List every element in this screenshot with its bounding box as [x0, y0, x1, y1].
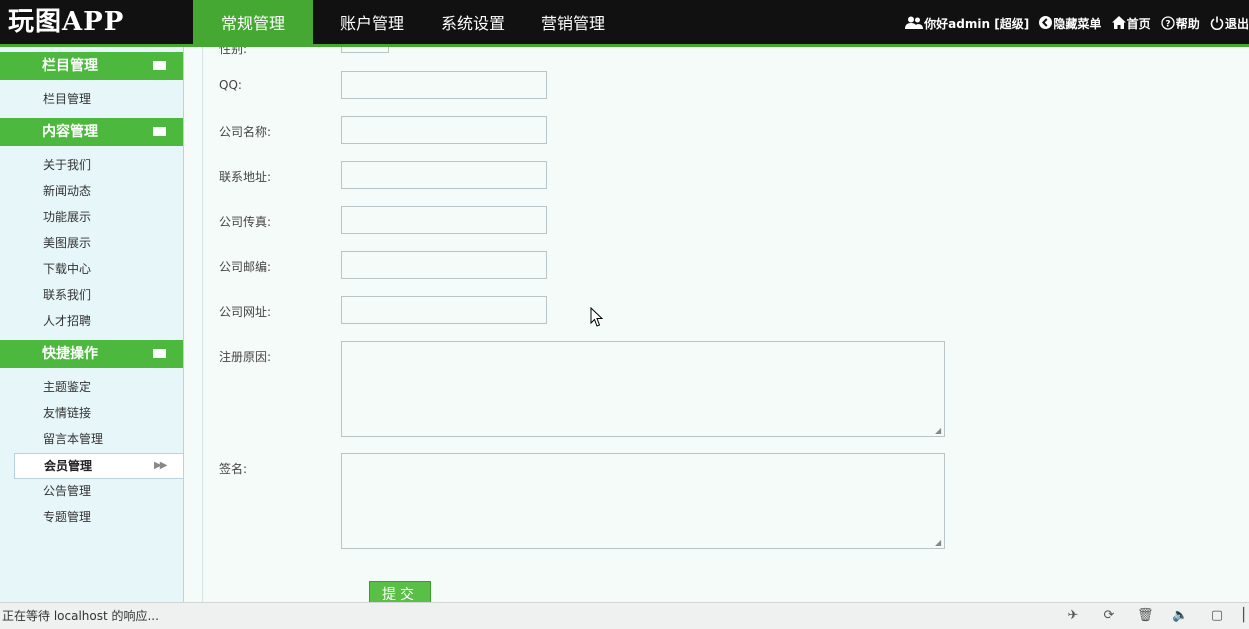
company-name-input[interactable] — [341, 116, 547, 144]
company-website-input[interactable] — [341, 296, 547, 324]
user-role: [超级] — [994, 17, 1030, 31]
tab-general-management[interactable]: 常规管理 — [193, 0, 313, 47]
window-icon[interactable]: ▢ — [1209, 608, 1225, 624]
gender-label: 性别: — [219, 47, 248, 56]
logout-link[interactable]: 退出 — [1210, 14, 1249, 34]
sidebar-item-guestbook[interactable]: 留言本管理 — [43, 426, 173, 452]
circle-left-arrow-icon — [1039, 16, 1053, 29]
sidebar-item-downloads[interactable]: 下载中心 — [43, 256, 173, 282]
company-website-label: 公司网址: — [219, 305, 272, 319]
tab-system-settings[interactable]: 系统设置 — [426, 0, 520, 47]
sidebar: 栏目管理 栏目管理 内容管理 关于我们 新闻动态 功能展示 美图展示 下载中心 … — [0, 47, 184, 602]
main-content: 性别: QQ: 公司名称: 联系地址: 公司传真: 公司邮编: 公司网址: 注册… — [184, 47, 1249, 602]
sidebar-section-content-management[interactable]: 内容管理 — [0, 118, 183, 146]
browser-status-bar: 正在等待 localhost 的响应... ✈ ⟳ 🗑 🔈 ▢ ▏ — [0, 602, 1249, 629]
sidebar-item-about-us[interactable]: 关于我们 — [43, 152, 173, 178]
tab-marketing-management[interactable]: 营销管理 — [526, 0, 620, 47]
sidebar-section-column-management[interactable]: 栏目管理 — [0, 52, 183, 80]
resize-grip-icon[interactable]: ◢ — [935, 539, 943, 547]
company-name-label: 公司名称: — [219, 125, 272, 139]
home-link[interactable]: 首页 — [1111, 14, 1151, 34]
sidebar-item-label: 会员管理 — [44, 459, 93, 473]
contact-address-input[interactable] — [341, 161, 547, 189]
sidebar-item-friend-links[interactable]: 友情链接 — [43, 400, 173, 426]
sidebar-item-news[interactable]: 新闻动态 — [43, 178, 173, 204]
double-arrow-right-icon: ▶▶ — [154, 460, 167, 471]
trash-icon[interactable]: 🗑 — [1137, 608, 1154, 624]
top-navigation-bar: 玩图APP 常规管理 账户管理 系统设置 营销管理 你好admin [超级] 隐… — [0, 0, 1249, 47]
collapse-icon[interactable] — [153, 61, 166, 70]
top-right-actions: 你好admin [超级] 隐藏菜单 首页 ? 帮助 退出 — [905, 14, 1249, 34]
sidebar-item-announcements[interactable]: 公告管理 — [43, 478, 173, 504]
company-fax-input[interactable] — [341, 206, 547, 234]
tab-account-management[interactable]: 账户管理 — [325, 0, 419, 47]
company-postcode-input[interactable] — [341, 251, 547, 279]
status-text: 正在等待 localhost 的响应... — [2, 609, 159, 623]
sidebar-item-features[interactable]: 功能展示 — [43, 204, 173, 230]
registration-reason-textarea[interactable]: ◢ — [341, 341, 945, 437]
home-icon — [1111, 16, 1126, 29]
sidebar-item-topics[interactable]: 专题管理 — [43, 504, 173, 530]
sidebar-item-member-management[interactable]: 会员管理 ▶▶ — [14, 453, 183, 479]
qq-label: QQ: — [219, 78, 242, 92]
users-icon — [905, 16, 924, 29]
mouse-cursor-icon — [590, 307, 603, 327]
resize-grip-icon[interactable]: ◢ — [935, 427, 943, 435]
sidebar-section-title: 栏目管理 — [42, 58, 98, 74]
sidebar-item-theme-appraisal[interactable]: 主题鉴定 — [43, 374, 173, 400]
gender-select[interactable] — [341, 47, 389, 53]
refresh-icon[interactable]: ⟳ — [1101, 608, 1117, 624]
signature-textarea[interactable]: ◢ — [341, 453, 945, 549]
help-circle-icon: ? — [1161, 16, 1175, 30]
sidebar-item-jobs[interactable]: 人才招聘 — [43, 308, 173, 334]
content-divider — [202, 47, 203, 602]
sidebar-section-quick-actions[interactable]: 快捷操作 — [0, 340, 183, 368]
app-logo: 玩图APP — [8, 7, 125, 37]
contact-address-label: 联系地址: — [219, 170, 272, 184]
collapse-icon[interactable] — [153, 349, 166, 358]
power-icon — [1210, 16, 1224, 30]
submit-button[interactable]: 提交 — [369, 581, 431, 602]
registration-reason-label: 注册原因: — [219, 350, 272, 364]
company-postcode-label: 公司邮编: — [219, 260, 272, 274]
pin-icon[interactable]: ✈ — [1065, 608, 1081, 624]
more-icon[interactable]: ▏ — [1240, 608, 1249, 624]
signature-label: 签名: — [219, 462, 248, 476]
collapse-icon[interactable] — [153, 127, 166, 136]
user-greeting: 你好admin [超级] — [905, 14, 1029, 34]
sidebar-item-contact[interactable]: 联系我们 — [43, 282, 173, 308]
hide-menu-link[interactable]: 隐藏菜单 — [1039, 14, 1101, 34]
sidebar-section-title: 快捷操作 — [42, 346, 98, 362]
company-fax-label: 公司传真: — [219, 215, 272, 229]
qq-input[interactable] — [341, 71, 547, 99]
sidebar-item-column-management[interactable]: 栏目管理 — [43, 86, 173, 112]
svg-text:?: ? — [1165, 20, 1170, 30]
sidebar-section-title: 内容管理 — [42, 124, 98, 140]
sidebar-item-gallery[interactable]: 美图展示 — [43, 230, 173, 256]
help-link[interactable]: ? 帮助 — [1161, 14, 1200, 34]
speaker-icon[interactable]: 🔈 — [1172, 608, 1188, 624]
